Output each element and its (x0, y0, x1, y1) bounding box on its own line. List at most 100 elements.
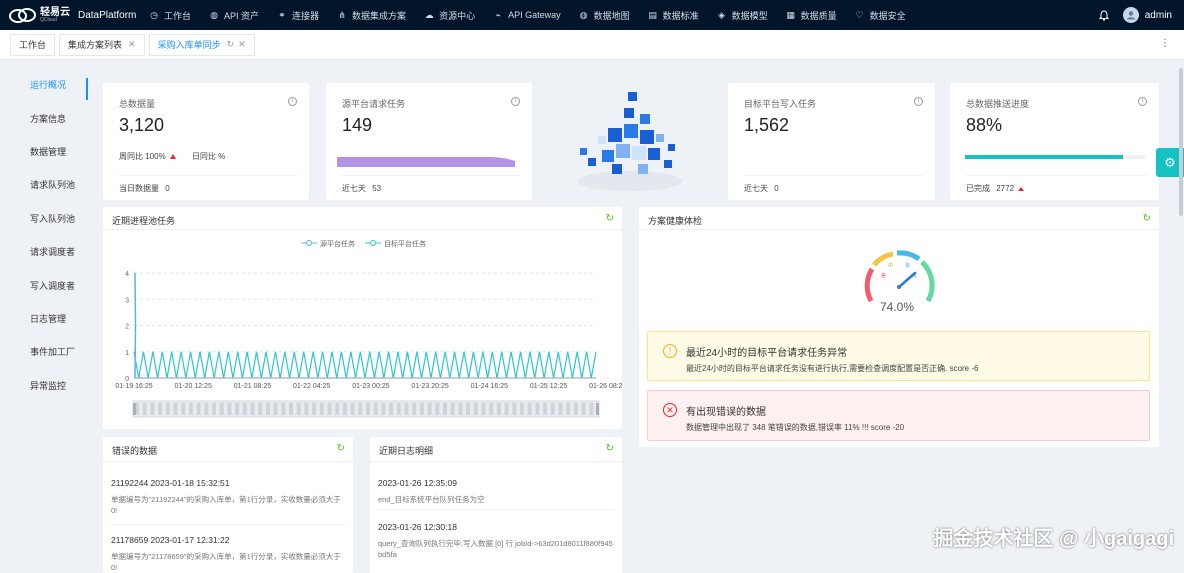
task-chart-panel: 近期进程池任务 ↻ 源平台任务 目标平台任务 0 1 2 3 4 01-19 16:25 01-… (103, 207, 622, 429)
zoom-slider-bar (204, 403, 209, 415)
bell-icon[interactable] (1098, 9, 1109, 21)
zoom-slider-bar (520, 403, 524, 415)
item-desc: query_查询队列执行完毕,写入数据 [0] 行 jobId->63d201d… (378, 539, 613, 559)
zoom-slider-bar (366, 403, 370, 415)
zoom-slider-bar (566, 403, 571, 415)
item-desc: 单据编号为"21192244"的采购入库单，第1行分录，实收数量必须大于0! (111, 495, 341, 515)
nav-item[interactable]: ▤ 数据标准 (639, 0, 708, 30)
stat-foot: 当日数据量 0 (119, 183, 170, 194)
series-line-source (134, 272, 137, 379)
logo-cn: 轻易云 (40, 6, 70, 18)
legend-label: 目标平台任务 (384, 239, 426, 248)
divider (111, 524, 345, 525)
panel-divider (103, 461, 353, 462)
x-tick-label: 01-20 12:25 (175, 383, 212, 390)
zoom-slider-bar (396, 403, 401, 415)
list-item[interactable]: 21192244 2023-01-18 15:32:51 单据编号为"21192… (111, 478, 346, 516)
zoom-slider-bar (227, 403, 232, 415)
list-item[interactable]: 2023-01-26 12:30:18 query_查询队列执行完毕,写入数据 … (378, 522, 613, 560)
nav-label: 资源中心 (439, 10, 476, 21)
tab-workbench[interactable]: 工作台 (10, 33, 56, 56)
zoom-slider-bar (327, 403, 332, 415)
refresh-icon[interactable]: ↻ (1143, 213, 1151, 224)
sidebar-item[interactable]: 写入调度者 (0, 268, 96, 301)
info-icon[interactable]: i (288, 97, 297, 106)
logo-en: QCloud (40, 16, 57, 23)
up-arrow-icon (1018, 187, 1025, 191)
info-icon[interactable]: i (511, 97, 520, 106)
avatar (1122, 7, 1139, 23)
scrollbar[interactable] (1179, 68, 1183, 216)
zoom-slider-bar (173, 403, 178, 415)
info-icon[interactable]: i (1138, 97, 1147, 106)
nav-item[interactable]: ☁ 资源中心 (415, 0, 484, 30)
nav-label: 数据安全 (869, 10, 906, 21)
list-item[interactable]: 21178659 2023-01-17 12:31:22 单据编号为"21178… (111, 535, 346, 573)
list-item[interactable]: 2023-01-26 12:35:09 end_目标系统平台队列任务为空 (378, 478, 613, 505)
y-tick-label: 3 (125, 297, 129, 304)
item-title: 21192244 2023-01-18 15:32:51 (111, 478, 230, 488)
zoom-slider-bar (504, 403, 509, 415)
zoom-slider-bar (335, 403, 340, 415)
sidebar-item[interactable]: 请求调度者 (0, 235, 96, 268)
stat-foot: 近七天 53 (342, 183, 381, 194)
mini-area-chart (337, 157, 515, 167)
nav-item[interactable]: ♡ 数据安全 (846, 0, 915, 30)
today-value: 0 (165, 184, 170, 193)
refresh-icon[interactable]: ↻ (337, 443, 345, 454)
sidebar-item[interactable]: 请求队列池 (0, 168, 96, 201)
tab-purchase-sync[interactable]: 采购入库单同步 ↻ ✕ (148, 33, 255, 56)
x-tick-label: 01-22 04:25 (293, 383, 330, 390)
nav-item[interactable]: ⋔ 数据集成方案 (328, 0, 415, 30)
nav-item[interactable]: ◍ API 资产 (200, 0, 268, 30)
tab-label: 采购入库单同步 (157, 40, 221, 50)
sidebar-item[interactable]: 方案信息 (0, 101, 96, 134)
more-icon[interactable]: ⋮ (1160, 38, 1170, 49)
nav-label: 数据标准 (662, 10, 699, 21)
zoom-slider-bar (481, 403, 486, 415)
progress-fill (965, 155, 1124, 159)
nav-item[interactable]: ◷ 工作台 (140, 0, 200, 30)
sidebar-item[interactable]: 异常监控 (0, 369, 96, 402)
nav-item[interactable]: ◈ 数据模型 (708, 0, 777, 30)
zoom-slider-bar (496, 403, 501, 415)
reload-icon[interactable]: ↻ (227, 39, 235, 50)
gauge-value: 74.0% (880, 300, 915, 314)
sidebar-item[interactable]: 事件加工厂 (0, 335, 96, 368)
sidebar-item[interactable]: 日志管理 (0, 302, 96, 335)
refresh-icon[interactable]: ↻ (606, 443, 614, 454)
stat-value: 3,120 (119, 115, 165, 135)
panel-divider (370, 461, 622, 462)
sidebar-item[interactable]: 数据管理 (0, 135, 96, 168)
nav-item[interactable]: ⚭ 连接器 (268, 0, 328, 30)
zoom-slider-bar (181, 403, 186, 415)
foot-label: 已完成 (966, 184, 990, 193)
nav-item[interactable]: ◍ 数据地图 (570, 0, 639, 30)
svg-text:良: 良 (905, 262, 910, 269)
nav-item[interactable]: ▦ 数据质量 (777, 0, 846, 30)
close-icon[interactable]: ✕ (238, 39, 246, 50)
info-icon[interactable]: i (914, 97, 923, 106)
zoom-slider-bar (188, 403, 193, 415)
tab-integration-list[interactable]: 集成方案列表 ✕ (59, 33, 145, 56)
legend-marker (370, 240, 376, 246)
tab-bar: 工作台 集成方案列表 ✕ 采购入库单同步 ↻ ✕ ⋮ (0, 30, 1184, 60)
sidebar-item[interactable]: 运行概况 (0, 68, 96, 101)
close-icon[interactable]: ✕ (128, 39, 136, 50)
y-tick-label: 0 (125, 376, 129, 383)
stat-card-total: 总数据量 i 3,120 周同比 100% 日同比 % 当日数据量 0 (103, 83, 309, 200)
wow-value: 100% (145, 152, 166, 161)
zoom-slider-bar (296, 403, 301, 415)
user-menu[interactable]: admin (1122, 7, 1172, 23)
foot-label: 近七天 (744, 184, 768, 193)
logo[interactable]: 轻易云 QCloud DataPlatform (0, 0, 140, 30)
x-tick-label: 01-23 20:25 (411, 383, 448, 390)
sidebar-item[interactable]: 写入队列池 (0, 202, 96, 235)
panel-divider (639, 229, 1159, 230)
top-navbar: 轻易云 QCloud DataPlatform ◷ 工作台 ◍ API 资产 ⚭ 连接器 ⋔… (0, 0, 1184, 30)
nav-item[interactable]: ⌁ API Gateway (484, 0, 570, 30)
refresh-icon[interactable]: ↻ (606, 213, 614, 224)
zoom-slider-bar (342, 403, 347, 415)
zoom-slider-bar (527, 403, 532, 415)
error-data-panel: 错误的数据 ↻ 21192244 2023-01-18 15:32:51 单据编… (103, 437, 353, 573)
